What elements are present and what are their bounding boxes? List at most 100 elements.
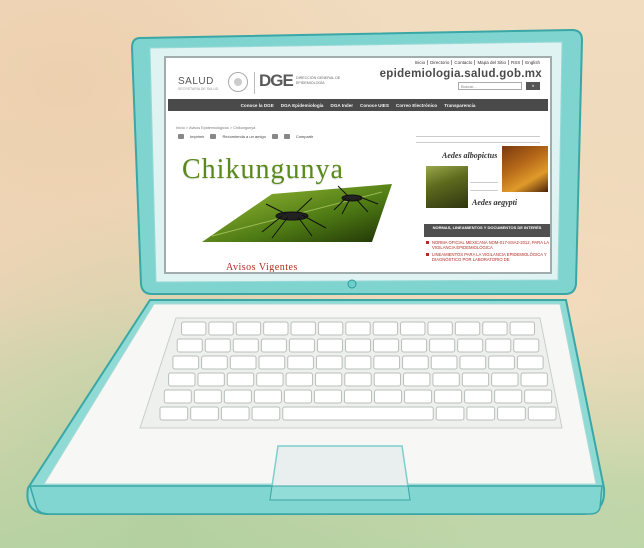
keyboard-key[interactable] [251, 406, 281, 421]
keyboard-key[interactable] [226, 372, 255, 387]
keyboard-key[interactable] [434, 389, 463, 404]
search-input[interactable]: Buscar... [458, 82, 522, 90]
keyboard-key[interactable] [316, 338, 343, 353]
keyboard-key[interactable] [208, 321, 234, 336]
keyboard-key[interactable] [285, 372, 313, 387]
keyboard-key[interactable] [516, 355, 544, 370]
keyboard-key[interactable] [288, 338, 315, 353]
search-button[interactable]: Ir [526, 82, 540, 90]
keyboard-key[interactable] [314, 372, 343, 387]
keyboard-key[interactable] [459, 355, 487, 370]
keyboard-key[interactable] [235, 321, 262, 336]
keyboard-key[interactable] [524, 389, 553, 404]
keyboard-key[interactable] [404, 389, 433, 404]
print-icon[interactable] [178, 134, 184, 139]
keyboard-key[interactable] [457, 338, 484, 353]
keyboard-key[interactable] [403, 372, 431, 387]
keyboard-key[interactable] [373, 338, 400, 353]
keyboard-key[interactable] [181, 321, 207, 336]
keyboard-key[interactable] [344, 338, 372, 353]
keyboard-key[interactable] [482, 321, 508, 336]
keyboard-key[interactable] [220, 406, 250, 421]
keyboard-key[interactable] [190, 406, 219, 421]
keyboard-key[interactable] [513, 338, 540, 353]
top-link[interactable]: Mapa del Sitio [475, 60, 509, 65]
keyboard-key[interactable] [201, 355, 228, 370]
keyboard-key[interactable] [223, 389, 252, 404]
nav-item[interactable]: Conoce UIES [360, 103, 389, 108]
keyboard-key[interactable] [485, 338, 512, 353]
keyboard-key[interactable] [466, 406, 496, 421]
keyboard-key[interactable] [373, 355, 401, 370]
keyboard-key[interactable] [520, 372, 548, 387]
keyboard-key[interactable] [344, 355, 372, 370]
notices-heading[interactable]: Avisos Vigentes [226, 262, 298, 272]
keyboard-key[interactable] [258, 355, 286, 370]
keyboard-key[interactable] [260, 338, 287, 353]
keyboard-key[interactable] [527, 406, 557, 421]
top-link[interactable]: Inicio [413, 60, 429, 65]
keyboard-key[interactable] [232, 338, 259, 353]
text-size-icon[interactable] [271, 134, 278, 139]
aedes-aegypti-image[interactable] [502, 146, 548, 192]
keyboard-key[interactable] [253, 389, 282, 404]
print-link[interactable]: Imprimir [190, 134, 204, 139]
keyboard-key[interactable] [283, 389, 312, 404]
keyboard-key[interactable] [509, 321, 536, 336]
top-link[interactable]: English [523, 60, 542, 65]
keyboard-key[interactable] [315, 355, 343, 370]
top-link[interactable]: Directorio [428, 60, 453, 65]
mail-icon[interactable] [210, 134, 217, 139]
norm-link[interactable]: LINEAMIENTOS PARA LA VIGILANCIA EPIDEMIO… [426, 252, 550, 262]
keyboard-key[interactable] [159, 406, 189, 421]
keyboard-key[interactable] [432, 372, 460, 387]
keyboard-key[interactable] [491, 372, 519, 387]
nav-item[interactable]: Transparencia [444, 103, 475, 108]
nav-item[interactable]: DGA Epidemiología [281, 103, 324, 108]
keyboard-key[interactable] [263, 321, 289, 336]
recommend-link[interactable]: Recomienda a un amigo [222, 134, 265, 139]
aedes-albopictus-image[interactable] [426, 166, 468, 208]
keyboard-key[interactable] [343, 389, 373, 404]
keyboard-key[interactable] [313, 389, 342, 404]
keyboard-key[interactable] [401, 338, 428, 353]
keyboard-key[interactable] [461, 372, 490, 387]
dge-logo[interactable]: DGE [259, 71, 294, 91]
keyboard-key[interactable] [172, 355, 200, 370]
norm-link[interactable]: NORMA OFICIAL MEXICANA NOM-017-SSA2-2012… [426, 240, 550, 250]
keyboard-key[interactable] [464, 389, 493, 404]
keyboard-key[interactable] [497, 406, 526, 421]
keyboard-key[interactable] [373, 372, 402, 387]
keyboard-key[interactable] [344, 372, 372, 387]
keyboard-key[interactable] [345, 321, 371, 336]
top-link[interactable]: Contacto [452, 60, 476, 65]
keyboard-key[interactable] [488, 355, 515, 370]
keyboard-key[interactable] [282, 406, 434, 421]
keyboard-key[interactable] [429, 338, 456, 353]
salud-logo[interactable]: SALUD [178, 76, 214, 87]
touchpad-button[interactable] [269, 485, 411, 501]
keyboard-key[interactable] [229, 355, 257, 370]
keyboard-key[interactable] [402, 355, 429, 370]
share-icon[interactable] [283, 134, 290, 139]
keyboard-key[interactable] [193, 389, 222, 404]
keyboard-key[interactable] [454, 321, 481, 336]
keyboard-key[interactable] [317, 321, 344, 336]
keyboard-key[interactable] [256, 372, 284, 387]
keyboard-key[interactable] [427, 321, 453, 336]
share-link[interactable]: Compartir [296, 134, 314, 139]
keyboard-key[interactable] [197, 372, 225, 387]
keyboard-key[interactable] [287, 355, 314, 370]
keyboard-key[interactable] [168, 372, 196, 387]
keyboard-key[interactable] [494, 389, 523, 404]
keyboard-key[interactable] [163, 389, 192, 404]
nav-item[interactable]: Correo Electrónico [396, 103, 437, 108]
keyboard-key[interactable] [290, 321, 316, 336]
nav-item[interactable]: Conoce la DGE [241, 103, 274, 108]
keyboard-key[interactable] [374, 389, 403, 404]
nav-item[interactable]: DGA Inder [331, 103, 354, 108]
keyboard-key[interactable] [400, 321, 426, 336]
top-link[interactable]: RSS [509, 60, 524, 65]
keyboard-key[interactable] [176, 338, 203, 353]
keyboard-key[interactable] [204, 338, 231, 353]
